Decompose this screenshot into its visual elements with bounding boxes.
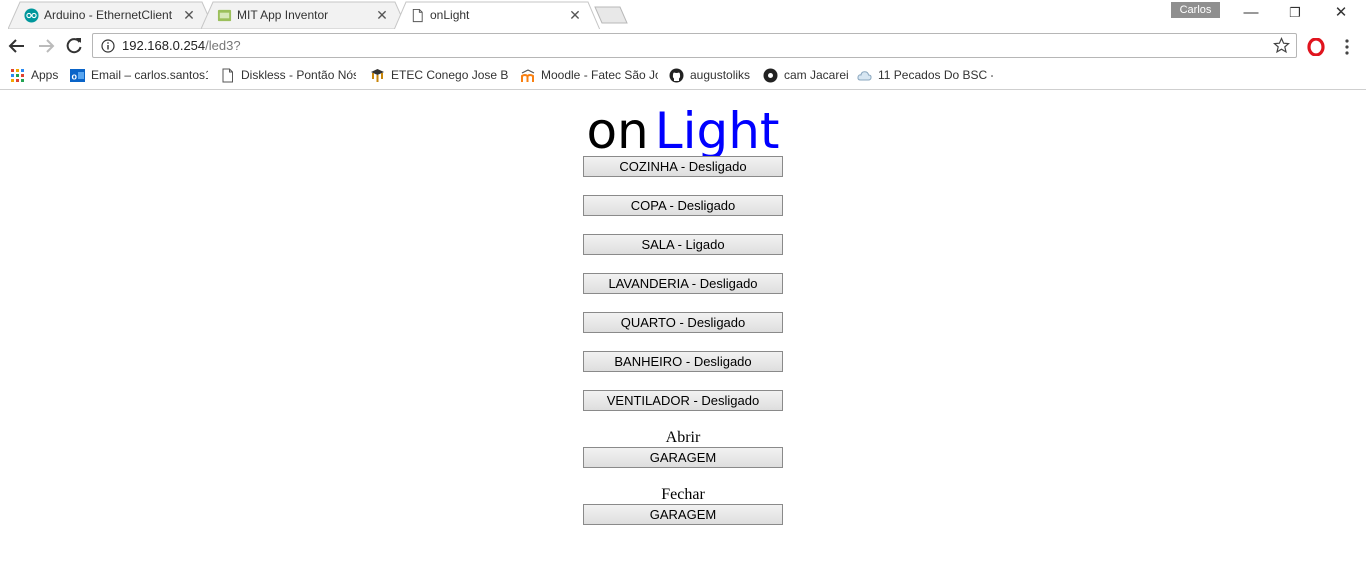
bookmark-label: Email – carlos.santos1 <box>91 68 208 82</box>
bookmark-moodle[interactable]: Moodle - Fatec São Jo <box>520 62 658 89</box>
profile-button[interactable]: Carlos <box>1171 2 1220 18</box>
logo-on: on <box>586 102 649 160</box>
moodle-icon <box>521 69 535 82</box>
room-button-copa[interactable]: COPA - Desligado <box>583 195 783 216</box>
room-button-ventilador[interactable]: VENTILADOR - Desligado <box>583 390 783 411</box>
address-bar[interactable]: 192.168.0.254/led3? <box>92 33 1297 58</box>
garage-close-button[interactable]: GARAGEM <box>583 504 783 525</box>
bookmark-email[interactable]: o Email – carlos.santos1 <box>70 62 208 89</box>
room-button-sala[interactable]: SALA - Ligado <box>583 234 783 255</box>
menu-icon[interactable] <box>1340 38 1354 56</box>
bookmark-11-pecados[interactable]: 11 Pecados Do BSC - I <box>857 62 993 89</box>
tab-title: MIT App Inventor <box>237 8 329 22</box>
cloud-icon <box>857 71 872 81</box>
new-tab-button[interactable] <box>594 6 628 24</box>
tab-arduino[interactable]: Arduino - EthernetClient ✕ <box>8 1 214 29</box>
github-icon <box>669 68 684 83</box>
graduation-cap-icon <box>371 69 384 82</box>
bookmark-label: 11 Pecados Do BSC - I <box>878 68 993 82</box>
page-icon <box>412 8 423 23</box>
url-path: /led3? <box>205 38 241 53</box>
garage-open-button[interactable]: GARAGEM <box>583 447 783 468</box>
bookmark-label: ETEC Conego Jose Be <box>391 68 508 82</box>
star-icon[interactable] <box>1273 37 1290 54</box>
bookmarks-bar: Apps o Email – carlos.santos1 Diskless -… <box>0 62 1366 90</box>
toolbar: 192.168.0.254/led3? <box>0 30 1366 62</box>
tab-title: Arduino - EthernetClient <box>44 8 173 22</box>
room-button-banheiro[interactable]: BANHEIRO - Desligado <box>583 351 783 372</box>
back-icon[interactable] <box>6 35 28 57</box>
tab-app-inventor[interactable]: MIT App Inventor ✕ <box>201 1 407 29</box>
bookmark-apps[interactable]: Apps <box>10 62 62 89</box>
apps-grid-icon <box>11 69 24 82</box>
page-logo: on Light <box>0 103 1366 159</box>
bookmark-diskless[interactable]: Diskless - Pontão Nós <box>220 62 356 89</box>
minimize-icon[interactable]: — <box>1236 3 1266 23</box>
room-button-cozinha[interactable]: COZINHA - Desligado <box>583 156 783 177</box>
bookmark-etec[interactable]: ETEC Conego Jose Be <box>370 62 508 89</box>
bookmark-label: cam Jacarei <box>784 68 849 82</box>
restore-icon[interactable]: ❐ <box>1280 3 1310 23</box>
room-button-lavanderia[interactable]: LAVANDERIA - Desligado <box>583 273 783 294</box>
url-host: 192.168.0.254 <box>122 38 206 53</box>
forward-icon[interactable] <box>35 35 57 57</box>
tab-onlight[interactable]: onLight ✕ <box>394 1 600 29</box>
tab-strip: Arduino - EthernetClient ✕ MIT App Inven… <box>0 0 1366 30</box>
close-icon[interactable]: ✕ <box>375 1 389 29</box>
outlook-icon: o <box>70 69 85 82</box>
bookmark-cam-jacarei[interactable]: cam Jacarei <box>763 62 849 89</box>
close-window-icon[interactable]: ✕ <box>1326 3 1356 23</box>
bookmark-augustoliks[interactable]: augustoliks <box>669 62 759 89</box>
bookmark-label: Moodle - Fatec São Jo <box>541 68 658 82</box>
bookmark-label: Apps <box>31 68 59 82</box>
garage-close-caption: Fechar <box>661 486 705 503</box>
bookmark-label: Diskless - Pontão Nós <box>241 68 356 82</box>
arduino-icon <box>24 8 39 23</box>
logo-light: Light <box>654 102 780 160</box>
page-icon <box>222 68 233 83</box>
app-inventor-icon <box>217 9 232 22</box>
bookmark-label: augustoliks <box>690 68 751 82</box>
page-content: on Light COZINHA - Desligado COPA - Desli… <box>0 90 1366 566</box>
svg-text:o: o <box>72 72 78 82</box>
url-text[interactable]: 192.168.0.254/led3? <box>122 34 241 57</box>
room-button-quarto[interactable]: QUARTO - Desligado <box>583 312 783 333</box>
reload-icon[interactable] <box>63 35 85 57</box>
opera-icon[interactable] <box>1307 38 1325 56</box>
camera-icon <box>763 68 778 83</box>
close-icon[interactable]: ✕ <box>182 1 196 29</box>
info-icon[interactable] <box>101 39 115 53</box>
tab-title: onLight <box>430 8 470 22</box>
close-icon[interactable]: ✕ <box>568 1 582 29</box>
garage-open-caption: Abrir <box>665 429 701 446</box>
